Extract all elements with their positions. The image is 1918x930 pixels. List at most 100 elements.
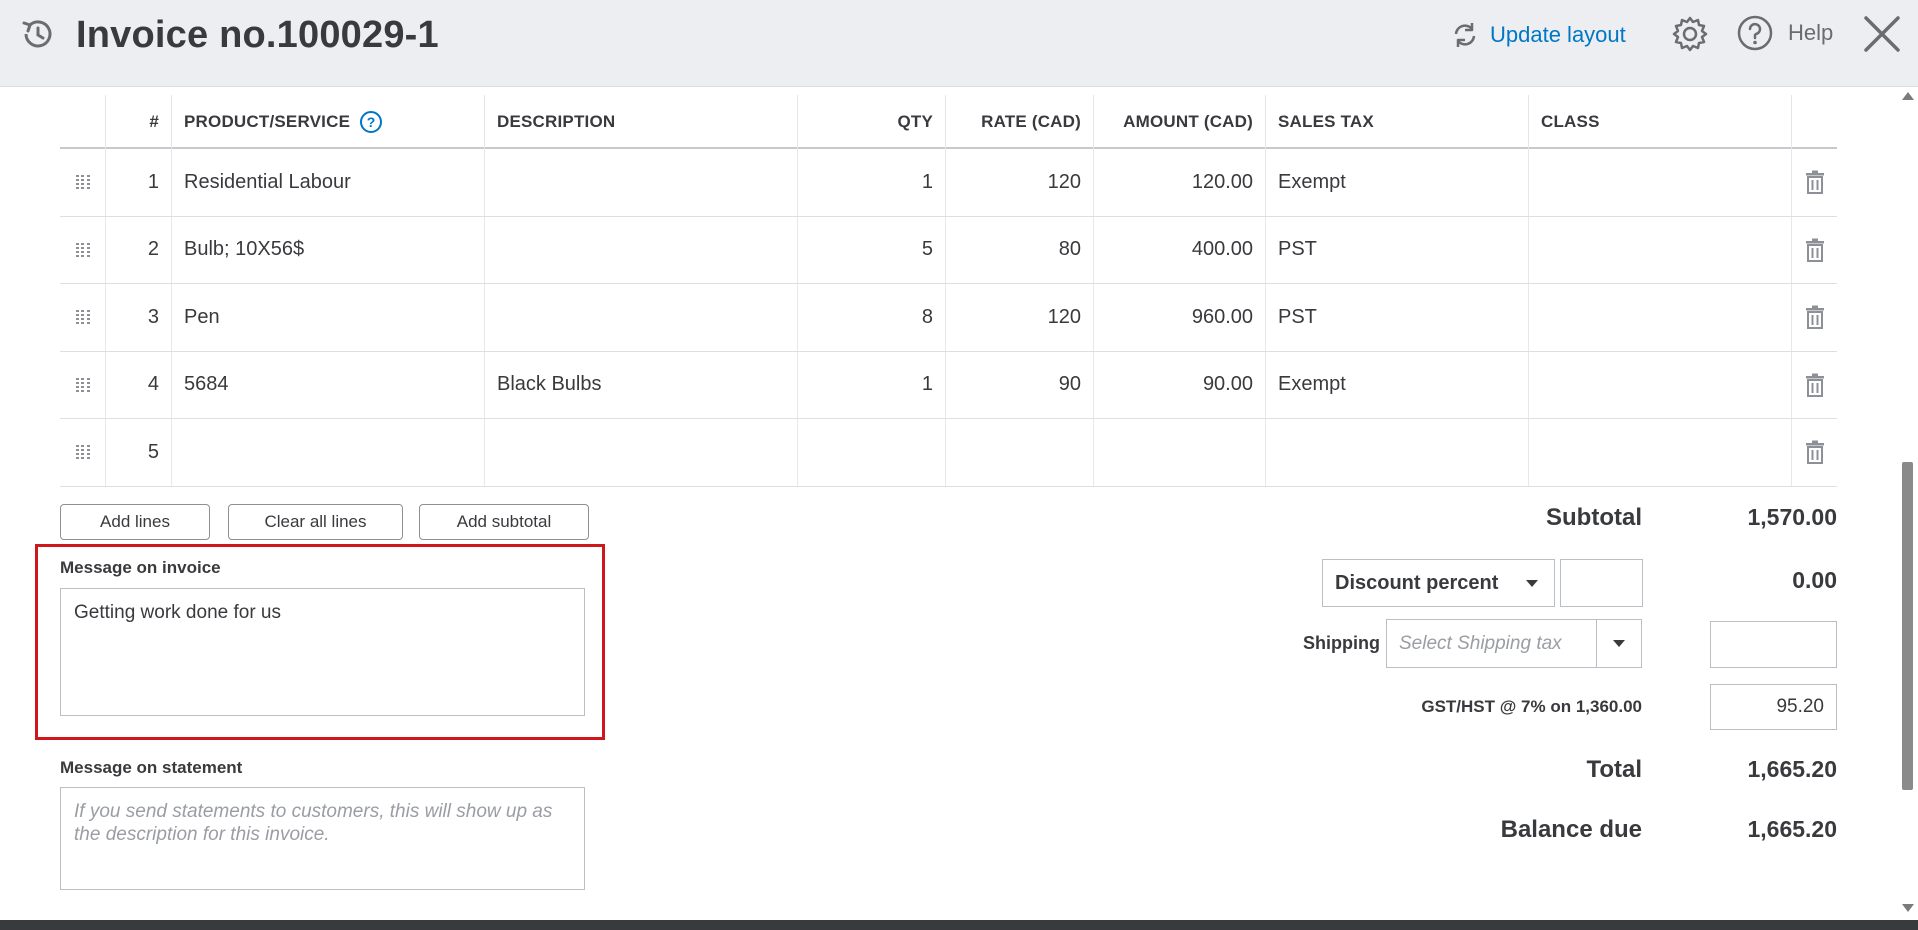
drag-handle[interactable] bbox=[60, 284, 106, 351]
subtotal-value: 1,570.00 bbox=[1747, 504, 1837, 530]
cell-amount[interactable]: 400.00 bbox=[1094, 216, 1266, 283]
cell-class[interactable] bbox=[1529, 216, 1792, 283]
cell-product-text: Pen bbox=[184, 305, 220, 328]
cell-product-text: Residential Labour bbox=[184, 170, 351, 193]
cell-description[interactable]: Black Bulbs bbox=[485, 351, 798, 418]
drag-handle[interactable] bbox=[60, 149, 106, 216]
cell-number[interactable]: 2 bbox=[106, 216, 172, 283]
table-row[interactable]: 5 bbox=[60, 419, 1837, 487]
cell-product[interactable]: Pen bbox=[172, 284, 485, 351]
delete-row[interactable] bbox=[1792, 149, 1837, 216]
cell-sales-tax[interactable]: Exempt bbox=[1266, 351, 1529, 418]
cell-qty-text: 1 bbox=[921, 373, 933, 396]
chevron-down-icon bbox=[1613, 640, 1625, 647]
cell-number[interactable]: 4 bbox=[106, 351, 172, 418]
column-header-product-label: PRODUCT/SERVICE bbox=[184, 112, 351, 131]
delete-row[interactable] bbox=[1792, 284, 1837, 351]
cell-number-text: 1 bbox=[147, 170, 159, 193]
cell-rate[interactable]: 120 bbox=[946, 149, 1094, 216]
table-row[interactable]: 1 Residential Labour 1 120 120.00 Exempt bbox=[60, 149, 1837, 217]
drag-handle[interactable] bbox=[60, 216, 106, 283]
delete-row[interactable] bbox=[1792, 419, 1837, 486]
cell-rate-text: 120 bbox=[1047, 305, 1081, 328]
cell-product[interactable]: Residential Labour bbox=[172, 149, 485, 216]
cell-class[interactable] bbox=[1529, 419, 1792, 486]
total-value: 1,665.20 bbox=[1747, 756, 1837, 782]
table-row[interactable]: 2 Bulb; 10X56$ 5 80 400.00 PST bbox=[60, 216, 1837, 284]
cell-class[interactable] bbox=[1529, 284, 1792, 351]
table-header: # PRODUCT/SERVICE ? DESCRIPTION QTY RATE… bbox=[60, 95, 1837, 149]
cell-sales-tax-text: Exempt bbox=[1278, 170, 1346, 193]
message-invoice-textarea[interactable]: Getting work done for us bbox=[60, 588, 585, 716]
close-icon[interactable] bbox=[1862, 14, 1902, 54]
add-subtotal-button[interactable]: Add subtotal bbox=[419, 504, 589, 540]
cell-number[interactable]: 3 bbox=[106, 284, 172, 351]
discount-type-select[interactable]: Discount percent bbox=[1322, 559, 1555, 607]
cell-sales-tax[interactable]: PST bbox=[1266, 216, 1529, 283]
column-header-class: CLASS bbox=[1529, 95, 1792, 149]
cell-description[interactable] bbox=[485, 284, 798, 351]
cell-amount[interactable] bbox=[1094, 419, 1266, 486]
cell-amount-text: 120.00 bbox=[1191, 170, 1253, 193]
scroll-down-arrow-icon[interactable] bbox=[1902, 904, 1914, 912]
cell-description[interactable] bbox=[485, 216, 798, 283]
cell-rate[interactable]: 90 bbox=[946, 351, 1094, 418]
question-icon[interactable]: ? bbox=[360, 111, 383, 133]
cell-description[interactable] bbox=[485, 419, 798, 486]
help-label: Help bbox=[1788, 20, 1834, 45]
shipping-tax-select[interactable]: Select Shipping tax bbox=[1386, 619, 1642, 668]
cell-amount[interactable]: 960.00 bbox=[1094, 284, 1266, 351]
trash-icon bbox=[1805, 305, 1824, 330]
column-header-rate: RATE (CAD) bbox=[946, 95, 1094, 149]
cell-sales-tax[interactable] bbox=[1266, 419, 1529, 486]
drag-handle[interactable] bbox=[60, 419, 106, 486]
clear-all-lines-button[interactable]: Clear all lines bbox=[228, 504, 403, 540]
cell-rate[interactable]: 120 bbox=[946, 284, 1094, 351]
cell-qty-text: 5 bbox=[921, 238, 933, 261]
cell-class[interactable] bbox=[1529, 351, 1792, 418]
cell-qty[interactable] bbox=[798, 419, 946, 486]
cell-class[interactable] bbox=[1529, 149, 1792, 216]
update-layout-button[interactable]: Update layout bbox=[1450, 20, 1626, 50]
cell-amount[interactable]: 120.00 bbox=[1094, 149, 1266, 216]
cell-qty-text: 8 bbox=[921, 305, 933, 328]
scrollbar-thumb[interactable] bbox=[1902, 462, 1913, 790]
cell-description[interactable] bbox=[485, 149, 798, 216]
cell-sales-tax[interactable]: Exempt bbox=[1266, 149, 1529, 216]
shipping-input[interactable] bbox=[1710, 621, 1837, 668]
cell-qty[interactable]: 5 bbox=[798, 216, 946, 283]
drag-handle[interactable] bbox=[60, 351, 106, 418]
delete-row[interactable] bbox=[1792, 217, 1837, 284]
cell-number[interactable]: 1 bbox=[106, 149, 172, 216]
shipping-tax-dropdown-toggle[interactable] bbox=[1597, 620, 1641, 667]
table-row[interactable]: 4 5684 Black Bulbs 1 90 90.00 Exempt bbox=[60, 351, 1837, 419]
trash-icon bbox=[1805, 440, 1824, 465]
help-button[interactable]: Help bbox=[1736, 14, 1833, 52]
cell-product[interactable]: Bulb; 10X56$ bbox=[172, 216, 485, 283]
cell-qty[interactable]: 8 bbox=[798, 284, 946, 351]
discount-input[interactable] bbox=[1560, 559, 1643, 607]
gear-icon[interactable] bbox=[1670, 14, 1710, 54]
cell-rate[interactable] bbox=[946, 419, 1094, 486]
history-icon[interactable] bbox=[18, 14, 58, 54]
cell-rate[interactable]: 80 bbox=[946, 216, 1094, 283]
delete-row[interactable] bbox=[1792, 352, 1837, 419]
table-row[interactable]: 3 Pen 8 120 960.00 PST bbox=[60, 284, 1837, 352]
message-statement-textarea[interactable]: If you send statements to customers, thi… bbox=[60, 787, 585, 890]
cell-qty[interactable]: 1 bbox=[798, 149, 946, 216]
cell-amount[interactable]: 90.00 bbox=[1094, 351, 1266, 418]
drag-handle-icon bbox=[75, 310, 90, 325]
scroll-up-arrow-icon[interactable] bbox=[1902, 92, 1914, 100]
cell-number[interactable]: 5 bbox=[106, 419, 172, 486]
cell-sales-tax[interactable]: PST bbox=[1266, 284, 1529, 351]
add-lines-button[interactable]: Add lines bbox=[60, 504, 210, 540]
total-label: Total bbox=[1586, 756, 1642, 783]
cell-product-text: Bulb; 10X56$ bbox=[184, 238, 305, 261]
cell-product[interactable] bbox=[172, 419, 485, 486]
cell-product[interactable]: 5684 bbox=[172, 351, 485, 418]
trash-icon bbox=[1805, 238, 1824, 262]
cell-product-text: 5684 bbox=[184, 373, 229, 396]
balance-due-label: Balance due bbox=[1500, 816, 1642, 843]
gst-input[interactable]: 95.20 bbox=[1710, 684, 1837, 730]
cell-qty[interactable]: 1 bbox=[798, 351, 946, 418]
